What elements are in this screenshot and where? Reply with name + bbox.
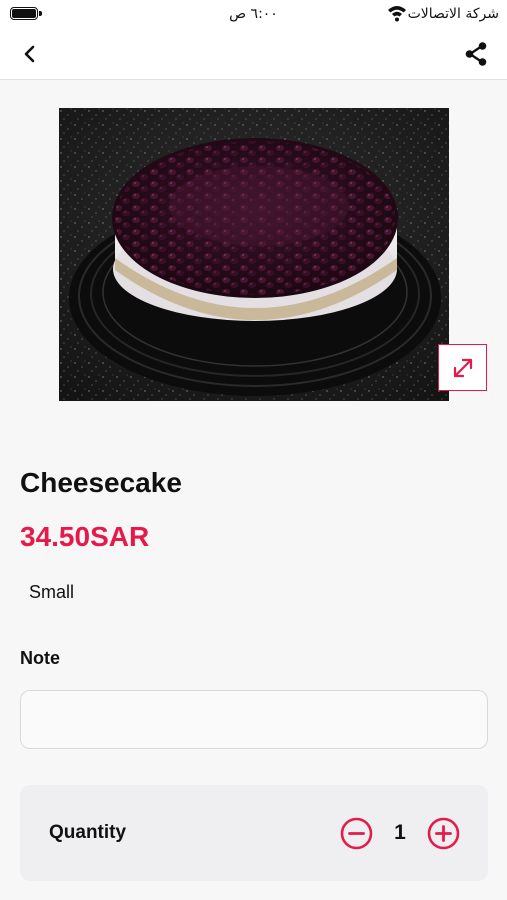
nav-bar — [0, 28, 507, 80]
product-size: Small — [29, 582, 75, 602]
cheesecake-photo — [59, 108, 449, 401]
quantity-label: Quantity — [49, 822, 127, 843]
expand-image-button[interactable] — [438, 344, 487, 391]
decrease-quantity-button[interactable] — [340, 817, 373, 850]
wifi-icon — [388, 6, 406, 22]
quantity-card: Quantity 1 — [20, 785, 488, 881]
note-label: Note — [20, 648, 60, 668]
increase-quantity-button[interactable] — [427, 817, 460, 850]
share-button[interactable] — [459, 37, 493, 71]
expand-icon — [453, 358, 472, 377]
product-image[interactable] — [59, 108, 449, 401]
status-bar: ٦:٠٠ ص شركة الاتصالات — [0, 0, 507, 28]
back-button[interactable] — [14, 38, 46, 70]
chevron-left-icon — [24, 45, 35, 63]
carrier-name: شركة الاتصالات — [407, 6, 499, 22]
product-title: Cheesecake — [20, 467, 182, 498]
product-price: 34.50SAR — [20, 521, 150, 552]
share-icon — [465, 42, 487, 66]
quantity-value: 1 — [394, 821, 406, 844]
note-input[interactable] — [20, 690, 488, 749]
